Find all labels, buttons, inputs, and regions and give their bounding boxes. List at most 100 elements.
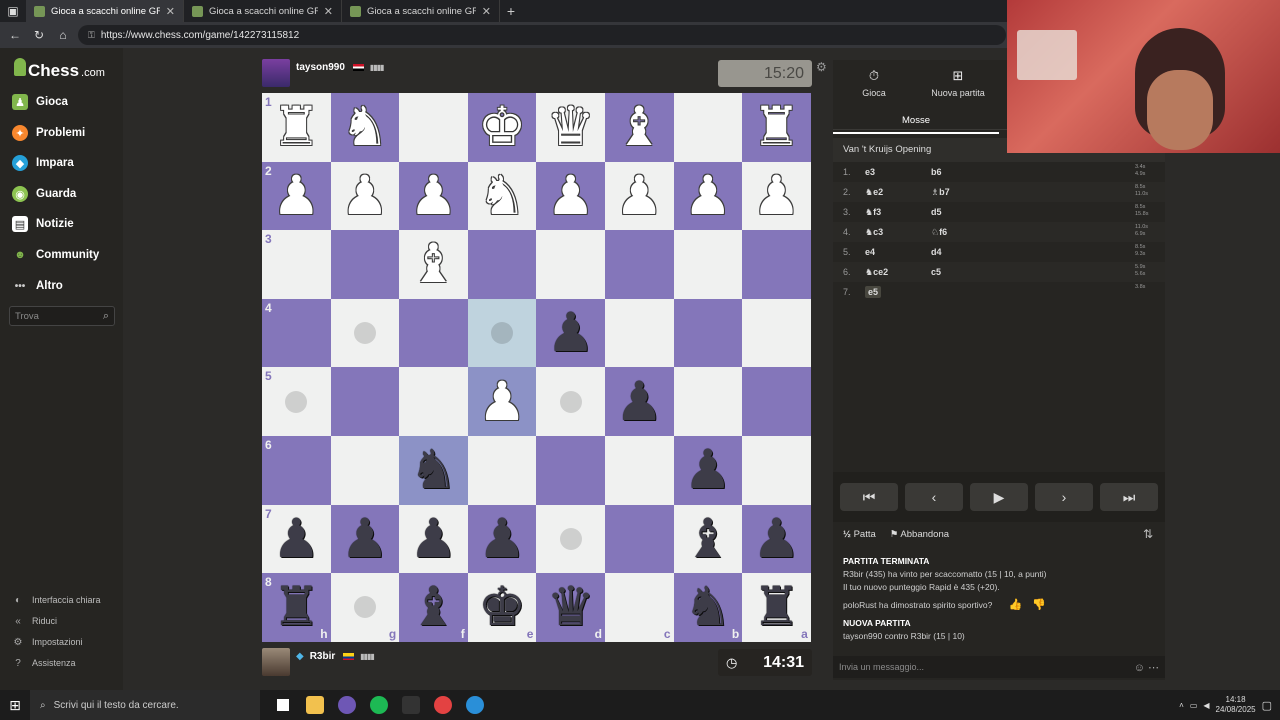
board-square[interactable] bbox=[467, 298, 537, 368]
black-knight-icon[interactable]: ♞ bbox=[409, 443, 457, 497]
legal-move-dot[interactable] bbox=[353, 322, 376, 345]
legal-move-dot[interactable] bbox=[559, 390, 582, 413]
legal-move-dot[interactable] bbox=[285, 390, 308, 413]
board-square[interactable]: ♞ bbox=[330, 93, 400, 162]
board-square[interactable]: ♟ bbox=[330, 161, 400, 231]
sidebar-item-guarda[interactable]: ◉ Guarda bbox=[12, 186, 76, 202]
spotify-icon[interactable] bbox=[370, 696, 388, 714]
board-square[interactable]: ♟ bbox=[742, 161, 811, 231]
first-move-button[interactable]: ⏮ bbox=[840, 483, 898, 511]
volume-icon[interactable]: ◀ bbox=[1203, 701, 1209, 710]
taskbar-search[interactable]: ⌕ Scrivi qui il testo da cercare. bbox=[30, 690, 260, 720]
next-move-button[interactable]: › bbox=[1035, 483, 1093, 511]
board-square[interactable] bbox=[604, 298, 674, 368]
board-square[interactable]: ♟ 7 bbox=[262, 504, 331, 574]
help-link[interactable]: ? Assistenza bbox=[12, 657, 75, 669]
white-pawn-icon[interactable]: ♟ bbox=[684, 168, 732, 223]
chrome-icon[interactable] bbox=[434, 696, 452, 714]
board-square[interactable]: ♟ bbox=[673, 161, 743, 231]
avatar[interactable] bbox=[262, 648, 290, 676]
close-tab-icon[interactable]: ✕ bbox=[324, 5, 333, 18]
back-arrow-icon[interactable]: ← bbox=[6, 28, 24, 42]
board-square[interactable] bbox=[330, 230, 400, 299]
board-square[interactable] bbox=[536, 230, 605, 299]
board-square[interactable] bbox=[330, 367, 400, 436]
chess-board[interactable]: ♜ 1 ♞ ♚ ♛ ♝ ♜ ♟ 2 ♟ ♟ ♞ ♟ ♟ ♟ ♟ 3 ♝ 4 ♟ 5 ♟ ♟ 6 ♞ ♟ ♟ 7 ♟ ♟ ♟ ♝ ♟ ♜ 8 h g ♝ f ♚… bbox=[262, 93, 811, 642]
black-move[interactable]: d4 bbox=[931, 247, 1081, 257]
thumbs-up-icon[interactable]: 👍 bbox=[1009, 600, 1023, 611]
black-move[interactable]: ♗b7 bbox=[931, 187, 1081, 198]
white-pawn-icon[interactable]: ♟ bbox=[546, 168, 594, 223]
avatar[interactable] bbox=[262, 59, 290, 87]
play-button[interactable]: ▶ bbox=[970, 483, 1028, 511]
board-square[interactable]: ♟ bbox=[536, 298, 605, 368]
network-icon[interactable]: ▭ bbox=[1190, 701, 1198, 710]
black-queen-icon[interactable]: ♛ bbox=[546, 580, 594, 634]
chesscom-logo[interactable]: Chess .com bbox=[14, 58, 105, 81]
board-square[interactable]: ♜ 1 bbox=[262, 93, 331, 162]
black-move[interactable]: b6 bbox=[931, 167, 1081, 177]
board-square[interactable]: ♟ bbox=[467, 367, 537, 436]
board-square[interactable]: 3 bbox=[262, 230, 331, 299]
black-pawn-icon[interactable]: ♟ bbox=[409, 511, 457, 566]
board-square[interactable]: ♞ b bbox=[673, 573, 743, 642]
player-name[interactable]: tayson990 bbox=[296, 62, 345, 73]
black-bishop-icon[interactable]: ♝ bbox=[409, 580, 457, 634]
white-move[interactable]: ♞ce2 bbox=[865, 267, 931, 278]
resign-button[interactable]: ⚑ Abbandona bbox=[890, 529, 949, 540]
black-pawn-icon[interactable]: ♟ bbox=[684, 443, 732, 497]
flip-board-icon[interactable]: ⇅ bbox=[1143, 527, 1153, 541]
more-options-icon[interactable]: ⋯ bbox=[1148, 662, 1159, 674]
white-king-icon[interactable]: ♚ bbox=[478, 100, 526, 154]
board-square[interactable] bbox=[742, 367, 811, 436]
white-pawn-icon[interactable]: ♟ bbox=[272, 168, 320, 223]
board-square[interactable]: 5 bbox=[262, 367, 331, 436]
board-square[interactable]: ♟ bbox=[467, 504, 537, 574]
board-square[interactable]: ♝ bbox=[399, 230, 468, 299]
black-knight-icon[interactable]: ♞ bbox=[684, 580, 732, 634]
white-pawn-icon[interactable]: ♟ bbox=[615, 168, 663, 223]
board-square[interactable]: ♟ bbox=[399, 161, 468, 231]
board-square[interactable]: ♝ bbox=[604, 93, 674, 162]
black-pawn-icon[interactable]: ♟ bbox=[615, 374, 663, 429]
white-bishop-icon[interactable]: ♝ bbox=[409, 237, 457, 291]
tab-mosse[interactable]: Mosse bbox=[833, 108, 999, 134]
white-move[interactable]: e3 bbox=[865, 167, 931, 177]
previous-move-button[interactable]: ‹ bbox=[905, 483, 963, 511]
board-square[interactable] bbox=[399, 367, 468, 436]
board-square[interactable]: ♝ bbox=[673, 504, 743, 574]
board-square[interactable]: ♟ bbox=[330, 504, 400, 574]
board-square[interactable]: ♛ bbox=[536, 93, 605, 162]
black-pawn-icon[interactable]: ♟ bbox=[478, 511, 526, 566]
board-square[interactable] bbox=[536, 504, 605, 574]
settings-link[interactable]: ⚙ Impostazioni bbox=[12, 636, 83, 648]
board-square[interactable] bbox=[467, 435, 537, 505]
white-rook-icon[interactable]: ♜ bbox=[272, 100, 320, 154]
black-pawn-icon[interactable]: ♟ bbox=[546, 306, 594, 360]
board-square[interactable] bbox=[536, 367, 605, 436]
board-square[interactable]: ♞ bbox=[467, 161, 537, 231]
collapse-sidebar-button[interactable]: « Riduci bbox=[12, 615, 57, 627]
reload-icon[interactable]: ↻ bbox=[30, 28, 48, 42]
board-square[interactable] bbox=[604, 230, 674, 299]
white-pawn-icon[interactable]: ♟ bbox=[409, 168, 457, 223]
black-pawn-icon[interactable]: ♟ bbox=[341, 511, 389, 566]
board-square[interactable] bbox=[742, 435, 811, 505]
legal-move-dot[interactable] bbox=[491, 322, 514, 345]
board-square[interactable]: ♞ bbox=[399, 435, 468, 505]
notifications-icon[interactable]: ▢ bbox=[1262, 699, 1272, 712]
sidebar-item-community[interactable]: ☻ Community bbox=[12, 247, 99, 263]
browser-tab[interactable]: Gioca a scacchi online GRATIS - S ✕ bbox=[26, 0, 184, 22]
board-square[interactable] bbox=[742, 230, 811, 299]
draw-button[interactable]: ½ Patta bbox=[843, 529, 876, 540]
board-square[interactable] bbox=[330, 435, 400, 505]
white-move[interactable]: ♞f3 bbox=[865, 207, 931, 218]
board-square[interactable]: ♟ bbox=[399, 504, 468, 574]
board-square[interactable]: c bbox=[604, 573, 674, 642]
black-move[interactable]: c5 bbox=[931, 267, 1081, 277]
board-square[interactable]: ♟ bbox=[673, 435, 743, 505]
white-rook-icon[interactable]: ♜ bbox=[752, 100, 800, 154]
white-move[interactable]: e4 bbox=[865, 247, 931, 257]
clock[interactable]: 14:18 24/08/2025 bbox=[1216, 695, 1256, 715]
board-square[interactable]: ♜ bbox=[742, 93, 811, 162]
